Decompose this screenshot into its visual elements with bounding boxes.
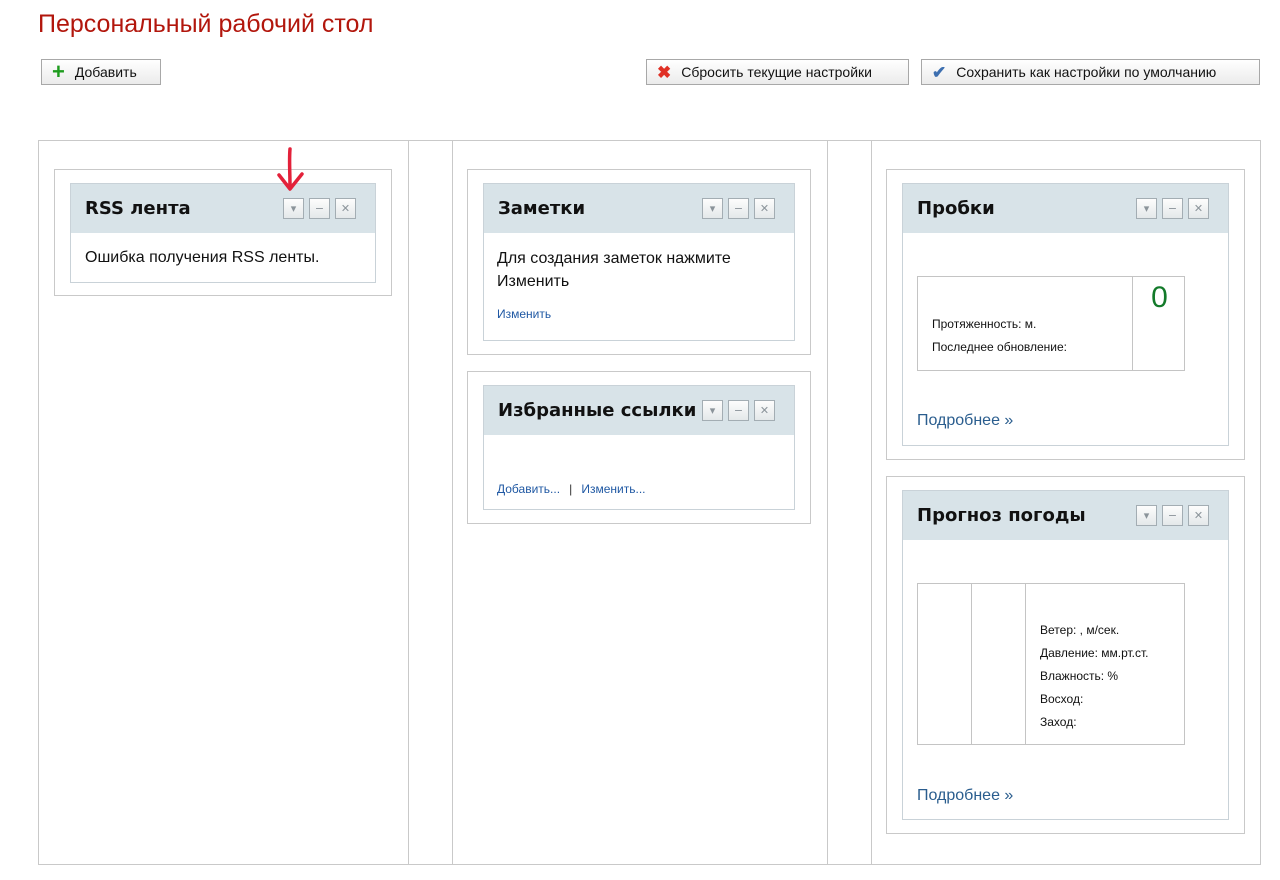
traffic-score: 0 [1151, 281, 1168, 314]
traffic-gadget-header[interactable]: Пробки ▾ − ✕ [903, 184, 1228, 233]
favorites-gadget-tools: ▾ − ✕ [702, 400, 775, 421]
minimize-icon[interactable]: − [1162, 198, 1183, 219]
notes-gadget-tools: ▾ − ✕ [702, 198, 775, 219]
reset-settings-label: Сбросить текущие настройки [681, 64, 872, 80]
favorites-link-separator: | [569, 482, 573, 496]
weather-cell-divider [1025, 584, 1026, 744]
reset-settings-button[interactable]: ✖ Сбросить текущие настройки [646, 59, 909, 85]
menu-dropdown-icon[interactable]: ▾ [1136, 198, 1157, 219]
notes-gadget: Заметки ▾ − ✕ Для создания заметок нажми… [483, 183, 795, 341]
favorites-gadget: Избранные ссылки ▾ − ✕ Добавить... | Изм… [483, 385, 795, 510]
rss-gadget-title: RSS лента [85, 198, 191, 219]
notes-gadget-header[interactable]: Заметки ▾ − ✕ [484, 184, 794, 233]
save-default-label: Сохранить как настройки по умолчанию [956, 64, 1217, 80]
rss-gadget: RSS лента ▾ − ✕ Ошибка получения RSS лен… [70, 183, 376, 283]
red-arrow-down-icon [277, 147, 304, 191]
close-icon[interactable]: ✕ [335, 198, 356, 219]
weather-wind-label: Ветер: , м/сек. [1040, 623, 1120, 637]
menu-dropdown-icon[interactable]: ▾ [1136, 505, 1157, 526]
notes-edit-link[interactable]: Изменить [497, 307, 551, 321]
weather-info-box: Ветер: , м/сек. Давление: мм.рт.ст. Влаж… [917, 583, 1185, 745]
plus-icon: + [52, 59, 65, 84]
rss-gadget-tools: ▾ − ✕ [283, 198, 356, 219]
red-x-icon: ✖ [657, 62, 672, 82]
notes-hint-line1: Для создания заметок нажмите [497, 250, 731, 267]
rss-error-text: Ошибка получения RSS ленты. [85, 249, 320, 266]
notes-gadget-body: Для создания заметок нажмите Изменить Из… [484, 234, 794, 335]
close-icon[interactable]: ✕ [754, 400, 775, 421]
traffic-gadget-tools: ▾ − ✕ [1136, 198, 1209, 219]
menu-dropdown-icon[interactable]: ▾ [702, 198, 723, 219]
weather-pressure-label: Давление: мм.рт.ст. [1040, 646, 1149, 660]
favorites-edit-link[interactable]: Изменить... [581, 482, 645, 496]
menu-dropdown-icon[interactable]: ▾ [702, 400, 723, 421]
weather-gadget-header[interactable]: Прогноз погоды ▾ − ✕ [903, 491, 1228, 540]
page-title: Персональный рабочий стол [38, 10, 374, 38]
close-icon[interactable]: ✕ [754, 198, 775, 219]
column-divider [408, 141, 409, 864]
add-gadget-label: Добавить [74, 64, 137, 80]
weather-gadget-tools: ▾ − ✕ [1136, 505, 1209, 526]
weather-gadget: Прогноз погоды ▾ − ✕ Ветер: , м/сек. Дав… [902, 490, 1229, 820]
favorites-gadget-body: Добавить... | Изменить... [484, 436, 794, 497]
menu-dropdown-icon[interactable]: ▾ [283, 198, 304, 219]
favorites-gadget-header[interactable]: Избранные ссылки ▾ − ✕ [484, 386, 794, 435]
minimize-icon[interactable]: − [1162, 505, 1183, 526]
notes-gadget-title: Заметки [498, 198, 586, 219]
minimize-icon[interactable]: − [728, 198, 749, 219]
traffic-gadget: Пробки ▾ − ✕ Протяженность: м. Последнее… [902, 183, 1229, 446]
rss-gadget-header[interactable]: RSS лента ▾ − ✕ [71, 184, 375, 233]
close-icon[interactable]: ✕ [1188, 198, 1209, 219]
traffic-more-link[interactable]: Подробнее » [917, 412, 1013, 429]
close-icon[interactable]: ✕ [1188, 505, 1209, 526]
weather-gadget-title: Прогноз погоды [917, 505, 1086, 526]
favorites-gadget-title: Избранные ссылки [498, 400, 697, 421]
traffic-info-box: Протяженность: м. Последнее обновление: … [917, 276, 1185, 371]
add-gadget-button[interactable]: + Добавить [41, 59, 161, 85]
checkmark-icon: ✔ [932, 62, 947, 82]
rss-gadget-body: Ошибка получения RSS ленты. [71, 234, 375, 281]
traffic-updated-label: Последнее обновление: [932, 340, 1067, 354]
favorites-add-link[interactable]: Добавить... [497, 482, 560, 496]
save-default-button[interactable]: ✔ Сохранить как настройки по умолчанию [921, 59, 1260, 85]
column-divider [452, 141, 453, 864]
column-divider [827, 141, 828, 864]
weather-humidity-label: Влажность: % [1040, 669, 1119, 683]
column-divider [871, 141, 872, 864]
minimize-icon[interactable]: − [309, 198, 330, 219]
minimize-icon[interactable]: − [728, 400, 749, 421]
traffic-gadget-title: Пробки [917, 198, 995, 219]
weather-cell-divider [971, 584, 972, 744]
weather-sunrise-label: Восход: [1040, 692, 1084, 706]
weather-more-link[interactable]: Подробнее » [917, 787, 1013, 804]
notes-hint-line2: Изменить [497, 273, 570, 290]
traffic-length-label: Протяженность: м. [932, 317, 1037, 331]
weather-sunset-label: Заход: [1040, 715, 1077, 729]
